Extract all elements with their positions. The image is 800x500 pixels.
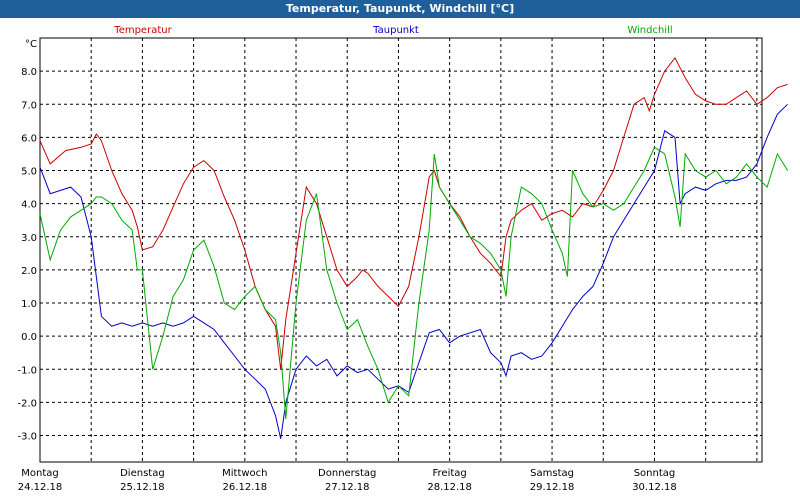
x-tick-date: 25.12.18	[120, 482, 165, 493]
y-tick-label: 0.0	[21, 332, 37, 343]
y-tick-label: 5.0	[21, 167, 37, 178]
chart-title: Temperatur, Taupunkt, Windchill [°C]	[0, 0, 800, 18]
y-tick-label: 4.0	[21, 200, 37, 211]
y-tick-label: 7.0	[21, 100, 37, 111]
x-tick-day: Dienstag	[120, 468, 165, 479]
y-tick-label: 6.0	[21, 133, 37, 144]
x-tick-day: Sonntag	[634, 468, 676, 479]
x-tick-date: 26.12.18	[223, 482, 268, 493]
x-tick-date: 27.12.18	[325, 482, 370, 493]
y-tick-label: 1.0	[21, 299, 37, 310]
chart: 8.0 7.0 6.0 5.0 4.0 3.0 2.0 1.0 0.0 -1.0 -2.0 -3.0 °…	[17, 25, 789, 493]
x-tick-day: Mittwoch	[222, 468, 267, 479]
plot-area	[39, 37, 763, 463]
y-tick-label: 3.0	[21, 233, 37, 244]
y-tick-label: 2.0	[21, 266, 37, 277]
y-tick-label: 8.0	[21, 67, 37, 78]
x-tick-day: Samstag	[530, 468, 574, 479]
x-tick-date: 30.12.18	[632, 482, 677, 493]
legend-item-taupunkt: Taupunkt	[372, 25, 419, 36]
x-tick-date: 24.12.18	[18, 482, 63, 493]
x-tick-day: Montag	[21, 468, 58, 479]
x-tick-day: Freitag	[433, 468, 467, 479]
legend-item-windchill: Windchill	[627, 25, 672, 36]
y-tick-label: -3.0	[17, 432, 37, 443]
y-tick-label: -1.0	[17, 365, 37, 376]
legend-item-temperatur: Temperatur	[113, 25, 172, 36]
x-tick-date: 29.12.18	[530, 482, 575, 493]
x-tick-day: Donnerstag	[318, 468, 376, 479]
y-axis-unit: °C	[25, 39, 37, 50]
y-tick-label: -2.0	[17, 398, 37, 409]
x-tick-date: 28.12.18	[427, 482, 472, 493]
